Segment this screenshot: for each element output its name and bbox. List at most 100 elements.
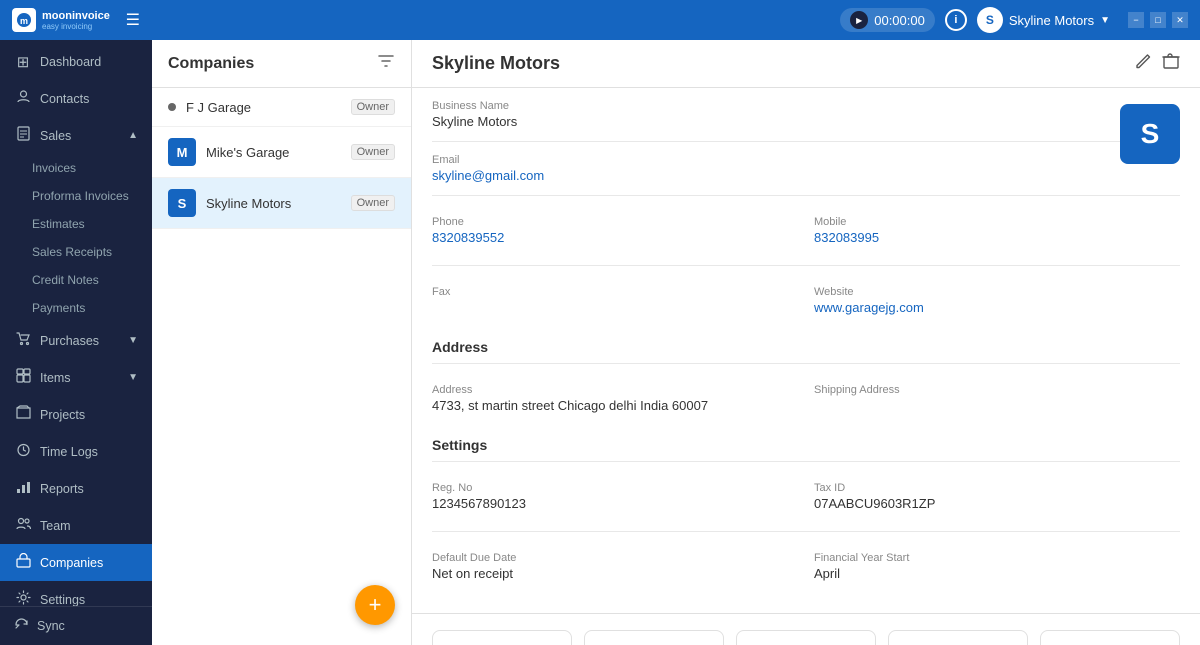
sidebar-item-settings[interactable]: Settings — [0, 581, 152, 606]
field-email: Email skyline@gmail.com — [432, 154, 1180, 183]
company-dot — [168, 103, 176, 111]
sidebar-footer-sync[interactable]: Sync — [0, 606, 152, 645]
field-fax: Fax — [432, 286, 798, 315]
detail-panel: Skyline Motors S Business Name Skyline M… — [412, 40, 1200, 645]
sidebar-item-label: Companies — [40, 556, 103, 570]
sidebar-item-label: Projects — [40, 408, 85, 422]
window-controls: − □ ✕ — [1128, 12, 1188, 28]
main-area: Companies F J Garage Owner M Mike's Gara… — [152, 40, 1200, 645]
sidebar-item-payments[interactable]: Payments — [0, 294, 152, 322]
purchases-icon — [14, 331, 32, 350]
field-phone: Phone 8320839552 — [432, 216, 798, 245]
expand-icon: ▼ — [128, 372, 138, 383]
email-value[interactable]: skyline@gmail.com — [432, 168, 1180, 183]
sidebar-item-timelogs[interactable]: Time Logs — [0, 433, 152, 470]
sidebar-item-contacts[interactable]: Contacts — [0, 80, 152, 117]
companies-panel: Companies F J Garage Owner M Mike's Gara… — [152, 40, 412, 645]
shipping-label: Shipping Address — [814, 384, 1180, 396]
company-item-mikes-garage[interactable]: M Mike's Garage Owner — [152, 127, 411, 178]
timer-widget[interactable]: ▶ 00:00:00 — [840, 8, 935, 32]
detail-actions — [1134, 52, 1180, 75]
user-dropdown-icon: ▼ — [1100, 15, 1110, 26]
address-value: 4733, st martin street Chicago delhi Ind… — [432, 398, 798, 413]
settings-icon — [14, 590, 32, 606]
topbar: ▶ 00:00:00 i S Skyline Motors ▼ − □ ✕ — [152, 0, 1200, 40]
field-website: Website www.garagejg.com — [814, 286, 1180, 315]
company-badge: Owner — [351, 144, 395, 160]
sidebar-item-reports[interactable]: Reports — [0, 470, 152, 507]
filter-button[interactable] — [377, 52, 395, 75]
timer-play-button[interactable]: ▶ — [850, 11, 868, 29]
user-menu[interactable]: S Skyline Motors ▼ — [977, 7, 1110, 33]
company-avatar: M — [168, 138, 196, 166]
card-currency[interactable]: Currency & Format English (United States… — [432, 630, 572, 645]
reg-no-value: 1234567890123 — [432, 496, 798, 511]
close-button[interactable]: ✕ — [1172, 12, 1188, 28]
address-label: Address — [432, 384, 798, 396]
info-button[interactable]: i — [945, 9, 967, 31]
sidebar-item-label: Dashboard — [40, 55, 101, 69]
due-date-label: Default Due Date — [432, 552, 798, 564]
sidebar-item-items[interactable]: Items ▼ — [0, 359, 152, 396]
sidebar-item-credit-notes[interactable]: Credit Notes — [0, 266, 152, 294]
sidebar-item-sales-receipts[interactable]: Sales Receipts — [0, 238, 152, 266]
field-reg-no: Reg. No 1234567890123 — [432, 482, 798, 511]
card-payment[interactable]: Payment Methods V M P S A — [736, 630, 876, 645]
sidebar: m mooninvoice easy invoicing ☰ ⊞ Dashboa… — [0, 0, 152, 645]
sidebar-item-purchases[interactable]: Purchases ▼ — [0, 322, 152, 359]
timelogs-icon — [14, 442, 32, 461]
restore-button[interactable]: □ — [1150, 12, 1166, 28]
company-name: Mike's Garage — [206, 145, 341, 160]
fin-year-value: April — [814, 566, 1180, 581]
sidebar-item-estimates[interactable]: Estimates — [0, 210, 152, 238]
logo-text: mooninvoice easy invoicing — [42, 10, 110, 31]
sidebar-item-companies[interactable]: Companies — [0, 544, 152, 581]
detail-header: Skyline Motors — [412, 40, 1200, 88]
add-company-button[interactable]: + — [355, 585, 395, 625]
team-icon — [14, 516, 32, 535]
items-icon — [14, 368, 32, 387]
card-pdf[interactable]: PDF & Print Settings Theme 67 — [584, 630, 724, 645]
sidebar-item-proforma[interactable]: Proforma Invoices — [0, 182, 152, 210]
edit-button[interactable] — [1134, 52, 1152, 75]
company-item-fj-garage[interactable]: F J Garage Owner — [152, 88, 411, 127]
minimize-button[interactable]: − — [1128, 12, 1144, 28]
logo-icon: m — [12, 8, 36, 32]
fax-label: Fax — [432, 286, 798, 298]
delete-button[interactable] — [1162, 52, 1180, 75]
sidebar-item-label: Team — [40, 519, 71, 533]
phone-value: 8320839552 — [432, 230, 798, 245]
website-value[interactable]: www.garagejg.com — [814, 300, 1180, 315]
address-row: Address 4733, st martin street Chicago d… — [432, 372, 1180, 425]
sidebar-item-sales[interactable]: Sales ▲ — [0, 117, 152, 154]
hamburger-menu[interactable]: ☰ — [126, 10, 140, 30]
email-label: Email — [432, 154, 1180, 166]
business-name-value: Skyline Motors — [432, 114, 1180, 129]
company-item-skyline-motors[interactable]: S Skyline Motors Owner — [152, 178, 411, 229]
sidebar-item-invoices[interactable]: Invoices — [0, 154, 152, 182]
phone-label: Phone — [432, 216, 798, 228]
address-section-title: Address — [432, 339, 1180, 355]
sync-label: Sync — [37, 619, 65, 633]
fax-website-row: Fax Website www.garagejg.com — [432, 274, 1180, 327]
card-terms[interactable]: Terms & Conditions — [888, 630, 1028, 645]
dashboard-icon: ⊞ — [14, 53, 32, 71]
field-tax-id: Tax ID 07AABCU9603R1ZP — [814, 482, 1180, 511]
logo: m mooninvoice easy invoicing — [12, 8, 110, 32]
due-date-value: Net on receipt — [432, 566, 798, 581]
due-fin-row: Default Due Date Net on receipt Financia… — [432, 540, 1180, 593]
sidebar-item-team[interactable]: Team — [0, 507, 152, 544]
companies-icon — [14, 553, 32, 572]
mobile-label: Mobile — [814, 216, 1180, 228]
detail-body: S Business Name Skyline Motors Email sky… — [412, 88, 1200, 613]
expand-icon: ▲ — [128, 130, 138, 141]
tax-id-label: Tax ID — [814, 482, 1180, 494]
sidebar-item-label: Items — [40, 371, 71, 385]
company-avatar: S — [168, 189, 196, 217]
sidebar-item-projects[interactable]: Projects — [0, 396, 152, 433]
sidebar-item-dashboard[interactable]: ⊞ Dashboard — [0, 44, 152, 80]
card-taxes[interactable]: Taxes — [1040, 630, 1180, 645]
sidebar-item-label: Contacts — [40, 92, 89, 106]
sidebar-item-label: Purchases — [40, 334, 99, 348]
user-avatar: S — [977, 7, 1003, 33]
